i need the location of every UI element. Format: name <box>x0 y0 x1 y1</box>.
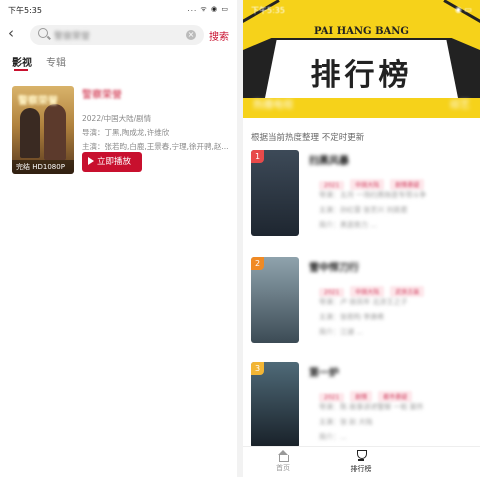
result-title[interactable]: 警察荣誉 <box>82 86 232 101</box>
rank-number-badge: 1 <box>251 150 264 163</box>
ranking-tag: 中国大陆 <box>350 179 385 190</box>
ranking-tag: 剧情 <box>350 391 373 402</box>
ranking-description: 主演：张 赵 大陆 <box>319 418 373 426</box>
search-icon <box>38 28 48 38</box>
status-icons: ◉ ▭ <box>454 5 472 14</box>
ranking-subtitle: 根据当前热度整理 不定时更新 <box>251 133 365 143</box>
ranking-description: 主演：张若昀 李庚希 <box>319 313 385 321</box>
tab-home[interactable]: 首页 <box>253 450 313 473</box>
ranking-tags: 2021 中国大陆 武侠古装 <box>319 279 430 298</box>
ranking-tag: 2021 <box>319 393 345 402</box>
tab-ranking-label: 排行榜 <box>350 465 372 473</box>
banner-left-tab[interactable]: 热播电视 <box>253 96 293 111</box>
ranking-poster[interactable]: 1 <box>251 150 299 236</box>
trophy-icon <box>355 450 367 462</box>
result-poster[interactable]: 警察荣誉 完结 HD1080P <box>12 86 74 174</box>
search-button[interactable]: 搜索 <box>209 28 229 43</box>
ranking-description: 简介：... <box>319 433 347 441</box>
quality-badge: 完结 HD1080P <box>12 160 74 174</box>
ranking-description: 简介：江湖 ... <box>319 328 363 336</box>
ranking-tags: 2021 中国大陆 剧情悬疑 <box>319 172 430 191</box>
status-bar: 下午5:35 ... ᯤ ◉ ▭ <box>0 0 237 20</box>
poster-figure <box>20 108 40 158</box>
play-label: 立即播放 <box>97 157 132 167</box>
ranking-tag: 2021 <box>319 181 345 190</box>
result-director: 导演：丁黑,陶成龙,许维欣 <box>82 128 170 137</box>
ranking-poster[interactable]: 3 <box>251 362 299 448</box>
poster-title: 警察荣誉 <box>18 96 58 107</box>
tab-ranking[interactable]: 排行榜 <box>331 450 391 474</box>
search-screen: 下午5:35 ... ᯤ ◉ ▭ ‹ 警察荣誉 × 搜索 影视 专辑 警察荣誉 … <box>0 0 237 477</box>
tab-videos[interactable]: 影视 <box>12 54 32 69</box>
result-meta: 2022/中国大陆/剧情 <box>82 114 152 123</box>
search-input[interactable]: 警察荣誉 × <box>30 25 204 45</box>
ranking-tag: 武侠古装 <box>390 286 425 297</box>
status-icons: ... ᯤ ◉ ▭ <box>187 5 229 13</box>
back-arrow-icon[interactable]: ‹ <box>8 26 14 41</box>
tab-albums[interactable]: 专辑 <box>46 54 66 69</box>
ranking-title[interactable]: 扫黑风暴 <box>309 152 349 167</box>
ranking-tag: 剧情悬疑 <box>390 179 425 190</box>
tab-home-label: 首页 <box>276 464 290 472</box>
result-cast: 主演：张若昀,白鹿,王景春,宁理,徐开骋,赵... <box>82 142 229 151</box>
status-time: 下午5:35 <box>8 6 42 15</box>
ranking-tag: 都市悬疑 <box>378 391 413 402</box>
rank-number-badge: 2 <box>251 257 264 270</box>
play-now-button[interactable]: 立即播放 <box>82 152 142 172</box>
ranking-screen: 下午5:35 ◉ ▭ PAI HANG BANG 排行榜 热播电视 综艺 根据当… <box>243 0 480 477</box>
clear-icon[interactable]: × <box>186 30 196 40</box>
ranking-description: 导演：卢 徐凤年 北凉王之子 <box>319 298 408 306</box>
ranking-poster[interactable]: 2 <box>251 257 299 343</box>
ranking-description: 导演：陈 故事讲述警察 一桩 案件 <box>319 403 424 411</box>
rank-number-badge: 3 <box>251 362 264 375</box>
ranking-tag: 中国大陆 <box>350 286 385 297</box>
ranking-description: 简介：黑恶势力 ... <box>319 221 377 229</box>
ranking-tag: 2021 <box>319 288 345 297</box>
ranking-item[interactable]: 3 第一炉 2021 剧情 都市悬疑 导演：陈 故事讲述警察 一桩 案件 主演：张 赵 大陆… <box>243 362 480 457</box>
bottom-tab-bar: 首页 排行榜 <box>243 446 480 477</box>
banner-en-title: PAI HANG BANG <box>314 26 409 37</box>
poster-figure <box>44 104 66 160</box>
ranking-tags: 2021 剧情 都市悬疑 <box>319 384 418 403</box>
play-icon <box>88 157 94 165</box>
ranking-description: 主演：孙红雷 张艺兴 刘奕君 <box>319 206 408 214</box>
ranking-item[interactable]: 1 扫黑风暴 2021 中国大陆 剧情悬疑 导演：五月 一场扫黑除恶专项斗争 主演：孙红雷 … <box>243 150 480 245</box>
home-icon <box>277 450 289 462</box>
ranking-item[interactable]: 2 雪中悍刀行 2021 中国大陆 武侠古装 导演：卢 徐凤年 北凉王之子 主演：张若昀 李… <box>243 257 480 352</box>
status-time: 下午5:35 <box>251 6 285 15</box>
result-tabs: 影视 专辑 <box>0 52 237 72</box>
ranking-banner: 下午5:35 ◉ ▭ PAI HANG BANG 排行榜 热播电视 综艺 <box>243 0 480 118</box>
result-info: 警察荣誉 2022/中国大陆/剧情 导演：丁黑,陶成龙,许维欣 主演：张若昀,白… <box>82 84 232 152</box>
ranking-title[interactable]: 第一炉 <box>309 364 339 379</box>
banner-cn-title: 排行榜 <box>310 58 413 93</box>
active-tab-indicator <box>14 69 28 71</box>
search-query: 警察荣誉 <box>54 32 91 42</box>
ranking-description: 导演：五月 一场扫黑除恶专项斗争 <box>319 191 427 199</box>
banner-right-tab[interactable]: 综艺 <box>450 96 470 111</box>
ranking-title[interactable]: 雪中悍刀行 <box>309 259 359 274</box>
search-result-item[interactable]: 警察荣誉 完结 HD1080P 警察荣誉 2022/中国大陆/剧情 导演：丁黑,… <box>0 84 237 179</box>
search-row: ‹ 警察荣誉 × 搜索 <box>0 22 237 48</box>
